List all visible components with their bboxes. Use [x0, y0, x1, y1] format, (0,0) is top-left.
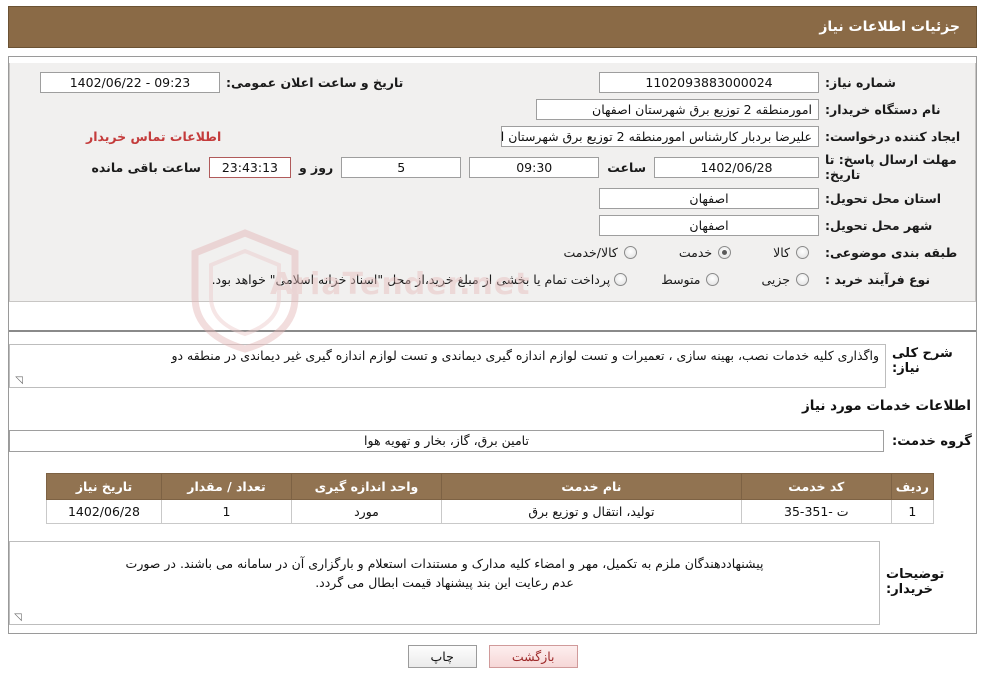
- th-index: ردیف: [890, 473, 935, 500]
- row-city: شهر محل تحویل: اصفهان: [16, 214, 969, 236]
- deadline-date-value: 1402/06/28: [654, 156, 819, 178]
- public-announce-value: 09:23 - 1402/06/22: [40, 71, 220, 93]
- buyer-org-label: نام دستگاه خریدار:: [825, 101, 941, 117]
- th-date: تاریخ نیاز: [46, 473, 162, 500]
- radio-category-khedmat-label: خدمت: [678, 244, 713, 260]
- buyer-org-value: امورمنطقه 2 توزیع برق شهرستان اصفهان: [536, 98, 819, 120]
- category-radio-group: کالا خدمت کالا/خدمت: [561, 245, 819, 260]
- service-group-value: تامین برق، گاز، بخار و تهویه هوا: [9, 430, 884, 452]
- th-unit: واحد اندازه گیری: [291, 473, 442, 500]
- hour-label: ساعت: [607, 159, 646, 175]
- services-table: ردیف کد خدمت نام خدمت واحد اندازه گیری ت…: [46, 473, 935, 524]
- city-label: شهر محل تحویل:: [825, 217, 933, 233]
- cell-unit: مورد: [291, 499, 442, 524]
- need-number-value: 1102093883000024: [599, 71, 819, 93]
- divider-top: [9, 330, 976, 332]
- province-value: اصفهان: [599, 187, 819, 209]
- cell-quantity: 1: [161, 499, 292, 524]
- row-requester: ایجاد کننده درخواست: علیرضا بردبار کارشن…: [16, 125, 969, 147]
- countdown-value: 23:43:13: [208, 156, 291, 178]
- days-label: روز و: [298, 159, 334, 175]
- cell-date: 1402/06/28: [46, 499, 162, 524]
- table-header-row: ردیف کد خدمت نام خدمت واحد اندازه گیری ت…: [46, 473, 935, 500]
- radio-purchase-motavaset[interactable]: [706, 272, 720, 286]
- radio-category-kala-khedmat[interactable]: [623, 245, 637, 259]
- purchase-type-radio-group: جزیی متوسط: [659, 272, 819, 287]
- th-name: نام خدمت: [441, 473, 742, 500]
- row-category: طبقه بندی موضوعی: کالا خدمت کالا/خدمت: [16, 241, 969, 263]
- radio-category-khedmat[interactable]: [718, 245, 732, 259]
- th-code: کد خدمت: [740, 473, 892, 500]
- buyer-notes-value: پیشنهاددهندگان ملزم به تکمیل، مهر و امضا…: [9, 541, 880, 625]
- general-description-value: واگذاری کلیه خدمات نصب، بهینه سازی ، تعم…: [9, 344, 886, 388]
- row-purchase-type: نوع فرآیند خرید : جزیی متوسط پرداخت تمام…: [16, 268, 969, 290]
- province-label: استان محل تحویل:: [825, 190, 942, 206]
- print-button[interactable]: چاپ: [407, 645, 477, 668]
- radio-category-kala-label: کالا: [773, 244, 790, 260]
- radio-category-kala[interactable]: [796, 245, 809, 259]
- need-info-panel: شماره نیاز: 1102093883000024 تاریخ و ساع…: [9, 63, 976, 302]
- category-label: طبقه بندی موضوعی:: [825, 244, 958, 260]
- row-need-number: شماره نیاز: 1102093883000024 تاریخ و ساع…: [16, 71, 969, 93]
- page-title: جزئیات اطلاعات نیاز: [819, 19, 960, 35]
- page-root: جزئیات اطلاعات نیاز AriaTender.net شماره…: [0, 0, 985, 691]
- buyer-notes-row: توضیحات خریدار: پیشنهاددهندگان ملزم به ت…: [9, 541, 976, 625]
- public-announce-label: تاریخ و ساعت اعلان عمومی:: [226, 74, 404, 90]
- radio-purchase-motavaset-label: متوسط: [661, 271, 701, 287]
- purchase-type-label: نوع فرآیند خرید :: [825, 271, 931, 287]
- need-number-label: شماره نیاز:: [825, 74, 896, 90]
- radio-category-kala-khedmat-label: کالا/خدمت: [563, 244, 618, 260]
- buyer-notes-label: توضیحات خریدار:: [886, 567, 945, 597]
- remaining-days-value: 5: [341, 156, 462, 178]
- general-description-text: واگذاری کلیه خدمات نصب، بهینه سازی ، تعم…: [171, 348, 879, 363]
- cell-name: تولید، انتقال و توزیع برق: [441, 499, 742, 524]
- deadline-label: مهلت ارسال پاسخ: تا تاریخ:: [825, 152, 957, 182]
- row-deadline: مهلت ارسال پاسخ: تا تاریخ: 1402/06/28 سا…: [16, 152, 969, 182]
- service-group-label: گروه خدمت:: [892, 433, 972, 449]
- requester-label: ایجاد کننده درخواست:: [825, 128, 961, 144]
- table-row: 1 ت -351-35 تولید، انتقال و توزیع برق مو…: [46, 499, 935, 524]
- row-province: استان محل تحویل: اصفهان: [16, 187, 969, 209]
- buyer-contact-link[interactable]: اطلاعات تماس خریدار: [76, 129, 231, 144]
- radio-purchase-jozee[interactable]: [796, 272, 809, 286]
- th-quantity: تعداد / مقدار: [161, 473, 292, 500]
- purchase-note: پرداخت تمام یا بخشی از مبلغ خرید،از محل …: [211, 271, 611, 287]
- radio-treasury-bonds[interactable]: [614, 272, 628, 286]
- row-buyer-org: نام دستگاه خریدار: امورمنطقه 2 توزیع برق…: [16, 98, 969, 120]
- general-description-label: شرح کلی نیاز:: [892, 346, 953, 376]
- radio-purchase-jozee-label: جزیی: [761, 271, 790, 287]
- services-section-title: اطلاعات خدمات مورد نیاز: [801, 398, 971, 414]
- city-value: اصفهان: [599, 214, 819, 236]
- notes-resize-grip-icon[interactable]: ◹: [13, 613, 23, 623]
- footer-buttons: بازگشت چاپ: [0, 645, 985, 668]
- general-description-row: شرح کلی نیاز: واگذاری کلیه خدمات نصب، به…: [9, 344, 976, 388]
- back-button[interactable]: بازگشت: [488, 645, 578, 668]
- buyer-notes-line2: عدم رعایت این بند پیشنهاد قیمت ابطال می …: [315, 575, 574, 590]
- remaining-label: ساعت باقی مانده: [91, 159, 201, 175]
- cell-code: ت -351-35: [740, 499, 892, 524]
- cell-index: 1: [890, 499, 935, 524]
- deadline-time-value: 09:30: [469, 156, 600, 178]
- resize-grip-icon[interactable]: ◹: [13, 376, 23, 386]
- service-group-row: گروه خدمت: تامین برق، گاز، بخار و تهویه …: [9, 430, 976, 452]
- requester-value: علیرضا بردبار کارشناس امورمنطقه 2 توزیع …: [501, 125, 819, 147]
- page-header: جزئیات اطلاعات نیاز: [8, 6, 977, 48]
- buyer-notes-line1: پیشنهاددهندگان ملزم به تکمیل، مهر و امضا…: [125, 556, 764, 571]
